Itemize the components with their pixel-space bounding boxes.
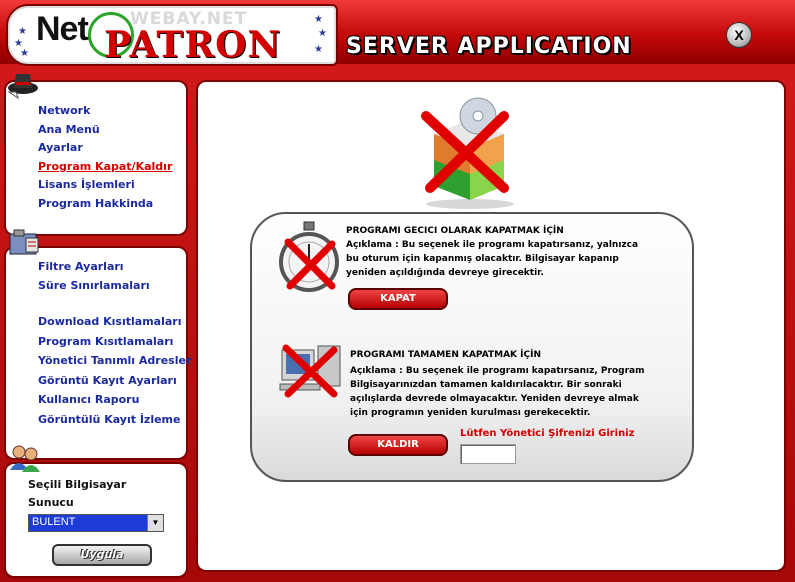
nav-item-network[interactable]: Network	[38, 102, 172, 121]
app-title: SERVER APPLICATION	[346, 34, 632, 59]
nav-item-goruntulu-izleme[interactable]: Görüntülü Kayıt İzleme	[38, 410, 191, 430]
stopwatch-icon	[276, 220, 342, 296]
nav-item-ayarlar[interactable]: Ayarlar	[38, 139, 172, 158]
star-icon: ★	[314, 44, 323, 55]
star-icon: ★	[314, 14, 323, 25]
apply-button[interactable]: Uygula	[52, 544, 152, 566]
logo-net-text: Net	[36, 10, 89, 48]
selected-computer-label: Seçili Bilgisayar	[28, 478, 127, 491]
computer-select-panel: Seçili Bilgisayar Sunucu BULENT ▼ Uygula	[4, 445, 188, 578]
nav-panel-restrictions: Filtre Ayarları Süre Sınırlamaları Downl…	[4, 229, 191, 460]
nav-list-limits: Download Kısıtlamaları Program Kısıtlama…	[38, 312, 191, 429]
perm-desc-line: açılışlarda devrede olmayacaktır. Yenide…	[350, 394, 639, 404]
computer-select-value: BULENT	[32, 516, 76, 528]
nav-item-yonetici-adres[interactable]: Yönetici Tanımlı Adresler	[38, 351, 191, 371]
nav-item-sure[interactable]: Süre Sınırlamaları	[38, 277, 150, 296]
perm-close-title: PROGRAMI TAMAMEN KAPATMAK İÇİN	[350, 350, 541, 360]
chevron-down-icon[interactable]: ▼	[147, 515, 163, 531]
nav-item-kullanici-raporu[interactable]: Kullanıcı Raporu	[38, 390, 191, 410]
nav-item-filtre[interactable]: Filtre Ayarları	[38, 258, 150, 277]
nav-panel-main: Network Ana Menü Ayarlar Program Kapat/K…	[4, 74, 188, 236]
perm-desc-line: Açıklama : Bu seçenek ile programı kapat…	[350, 366, 645, 376]
netpatron-logo: ★ ★ ★ ★ ★ ★ Net WEBAY.NET PATRON	[6, 4, 338, 66]
admin-password-prompt: Lütfen Yönetici Şifrenizi Giriniz	[460, 428, 635, 439]
kaldir-button[interactable]: KALDIR	[348, 434, 448, 456]
admin-password-input[interactable]	[460, 444, 516, 464]
nav-item-program-kapat[interactable]: Program Kapat/Kaldır	[38, 158, 172, 177]
star-icon: ★	[318, 28, 327, 39]
temp-desc-line: Açıklama : Bu seçenek ile programı kapat…	[346, 240, 639, 250]
logo-patron-text: PATRON	[104, 24, 282, 66]
computer-select[interactable]: BULENT ▼	[28, 514, 164, 532]
temp-desc-line: bu oturum için kapanmış olacaktır. Bilgi…	[346, 254, 619, 264]
nav-item-goruntu-kayit[interactable]: Görüntü Kayıt Ayarları	[38, 371, 191, 391]
nav-item-lisans[interactable]: Lisans İşlemleri	[38, 176, 172, 195]
nav-list-main: Network Ana Menü Ayarlar Program Kapat/K…	[38, 102, 172, 213]
user-group-icon	[8, 442, 42, 474]
temp-desc-line: yeniden açıldığında devreye girecektir.	[346, 268, 544, 278]
kapat-button[interactable]: KAPAT	[348, 288, 448, 310]
nav-item-ana-menu[interactable]: Ana Menü	[38, 121, 172, 140]
pc-setup-icon	[412, 94, 522, 210]
temp-close-description: Açıklama : Bu seçenek ile programı kapat…	[346, 238, 638, 280]
computer-remove-icon	[278, 340, 348, 400]
nav-item-program-kisit[interactable]: Program Kısıtlamaları	[38, 332, 191, 352]
perm-desc-line: için programın yeniden kurulması gerekec…	[350, 408, 591, 418]
star-icon: ★	[20, 48, 29, 59]
perm-close-description: Açıklama : Bu seçenek ile programı kapat…	[350, 364, 644, 420]
toolbox-icon	[8, 228, 42, 260]
nav-list-filters: Filtre Ayarları Süre Sınırlamaları	[38, 258, 150, 295]
main-panel: PROGRAMI GECICI OLARAK KAPATMAK İÇİN Açı…	[196, 80, 786, 572]
perm-desc-line: Bilgisayarınızdan tamamen kaldırılacaktı…	[350, 380, 622, 390]
hat-icon	[6, 68, 40, 100]
nav-item-program-hakkinda[interactable]: Program Hakkinda	[38, 195, 172, 214]
close-button[interactable]: X	[726, 22, 752, 48]
temp-close-title: PROGRAMI GECICI OLARAK KAPATMAK İÇİN	[346, 226, 564, 236]
header-bar: ★ ★ ★ ★ ★ ★ Net WEBAY.NET PATRON SERVER …	[0, 0, 795, 66]
nav-item-download[interactable]: Download Kısıtlamaları	[38, 312, 191, 332]
server-label: Sunucu	[28, 496, 74, 509]
star-icon: ★	[18, 26, 27, 37]
close-options-card: PROGRAMI GECICI OLARAK KAPATMAK İÇİN Açı…	[250, 212, 694, 482]
